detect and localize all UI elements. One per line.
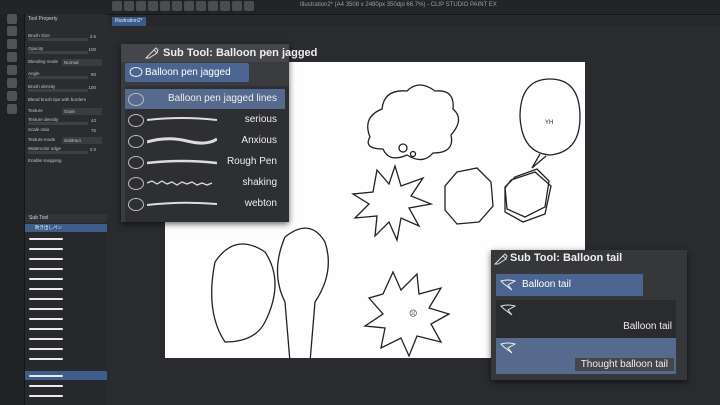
open-icon[interactable] [124,1,134,11]
subtool-list-selected[interactable]: 吹き出しペン [25,224,107,232]
balloon-pen-item-rough-pen[interactable]: Rough Pen [125,152,285,172]
brush-stroke-preview [147,117,217,121]
property-watercolor-edge[interactable]: Watercolor edge 2.0 [28,146,104,155]
property-brush-density[interactable]: Brush density 100 [28,84,104,93]
invert-icon[interactable] [232,1,242,11]
cloud-balloon [367,84,460,161]
brush-stroke-preview [147,159,217,165]
deselect-icon[interactable] [220,1,230,11]
new-icon[interactable] [112,1,122,11]
character-sketch [211,243,276,343]
balloon-text: YH [545,120,553,126]
brush-stroke-preview [147,180,213,186]
jagged-balloon [504,171,552,223]
undo-icon[interactable] [148,1,158,11]
subtool-list-item[interactable] [25,304,107,313]
jagged-balloon [504,168,550,218]
balloon-tail-item-tail[interactable]: Balloon tail [496,300,676,336]
spiky-balloon-large [363,270,451,358]
balloon-tail [531,153,547,169]
subtool-list-header: Sub Tool [25,214,107,223]
property-enable-snapping[interactable]: Enable snapping [28,158,104,167]
balloon-icon [128,93,144,106]
brush-tool-icon[interactable] [7,26,17,36]
balloon-tail-panel-title: Sub Tool: Balloon tail [510,252,623,264]
subtool-list-item[interactable] [25,344,107,353]
subtool-list-item[interactable] [25,314,107,323]
subtool-list-item[interactable] [25,284,107,293]
balloon-icon [128,177,144,190]
balloon-icon [128,198,144,211]
window-title: Illustration2* (A4 3508 x 2480px 350dpi … [300,2,497,8]
ruler-tool-icon[interactable] [7,91,17,101]
crop-icon[interactable] [244,1,254,11]
gradient-tool-icon[interactable] [7,104,17,114]
balloon-pen-panel-title: Sub Tool: Balloon pen jagged [121,44,317,62]
subtool-list-item[interactable] [25,234,107,243]
subtool-list-item[interactable] [25,324,107,333]
brush-stroke-preview [147,201,217,206]
pen-tool-icon[interactable] [7,14,17,24]
balloon-tail-selected-item[interactable]: Balloon tail [496,274,643,296]
subtool-list-item-selected[interactable] [25,371,107,380]
command-bar [112,1,254,13]
balloon-tail-icon [500,304,516,316]
subtool-list-item[interactable] [25,274,107,283]
property-texture-mode[interactable]: Texture mode Subtract [28,137,104,146]
balloon-icon [128,135,144,148]
balloon-pen-selected-item[interactable]: Balloon pen jagged lines [125,63,249,97]
subtool-list-item[interactable] [25,264,107,273]
eraser-tool-icon[interactable] [7,39,17,49]
property-blend-tips[interactable]: Blend brush tips with borders [28,97,104,106]
subtool-list-item[interactable] [25,244,107,253]
property-texture[interactable]: Texture Grain [28,108,104,117]
rough-balloon [444,167,494,225]
subtool-list-item[interactable] [25,334,107,343]
character-sketch [276,227,329,358]
spiky-balloon [351,163,434,243]
subtool-list-item[interactable] [25,391,107,400]
property-blending-mode[interactable]: Blending mode Normal [28,59,104,68]
fill-icon[interactable] [196,1,206,11]
document-tabs [108,15,720,26]
pen-nib-icon [145,47,159,59]
pen-nib-icon [494,253,508,265]
balloon-icon [129,67,143,79]
text-tool-icon[interactable] [7,65,17,75]
balloon-pen-item-shaking[interactable]: shaking [125,173,285,193]
transform-icon[interactable] [184,1,194,11]
thought-dot [398,143,408,153]
subtool-list-item[interactable] [25,354,107,363]
oval-balloon [519,78,581,156]
brush-stroke-preview [147,137,217,145]
save-icon[interactable] [136,1,146,11]
subtool-list-item[interactable] [25,254,107,263]
thought-tail-icon [500,342,516,354]
select-all-icon[interactable] [208,1,218,11]
balloon-icon [128,114,144,127]
tool-column [0,14,25,405]
balloon-icon [128,156,144,169]
document-tab[interactable]: Illustration2* [112,17,146,26]
thought-dot [409,150,417,158]
property-scale-ratio[interactable]: Scale ratio 76 [28,127,104,136]
balloon-tool-icon[interactable] [7,78,17,88]
clear-icon[interactable] [172,1,182,11]
balloon-pen-item-webton[interactable]: webton [125,194,285,214]
property-texture-density[interactable]: Texture density 43 [28,117,104,126]
balloon-pen-item-serious[interactable]: serious [125,110,285,130]
balloon-tail-item-thought[interactable]: Thought balloon tail [496,338,676,374]
redo-icon[interactable] [160,1,170,11]
balloon-tail-icon [500,279,516,291]
balloon-pen-item-jagged-lines[interactable]: Balloon pen jagged lines [125,89,285,109]
tool-property-title: Tool Property [28,16,58,22]
property-brush-size[interactable]: Brush Size 4.5 [28,33,104,42]
balloon-pen-item-anxious[interactable]: Anxious [125,131,285,151]
subtool-list-item[interactable] [25,294,107,303]
property-angle[interactable]: Angle 90 [28,71,104,80]
fill-tool-icon[interactable] [7,52,17,62]
subtool-list-item[interactable] [25,381,107,390]
balloon-face: ☹ [409,309,417,318]
property-opacity[interactable]: Opacity 100 [28,46,104,55]
